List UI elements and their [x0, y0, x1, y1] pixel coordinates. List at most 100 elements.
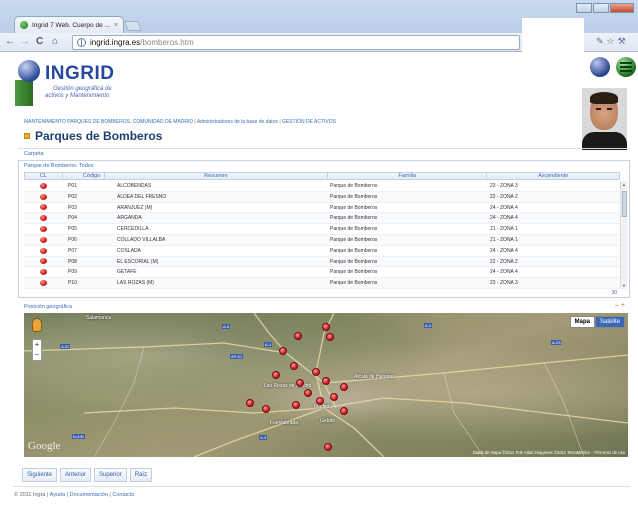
column-header-cl[interactable]: CL — [25, 173, 63, 179]
cell-ascendiente: 22 - ZONA 2 — [490, 193, 518, 200]
map-type-mapa-button[interactable]: Mapa — [569, 316, 595, 328]
next-button[interactable]: Siguiente — [22, 468, 58, 482]
column-header-resumen[interactable]: Resumen — [105, 173, 329, 179]
documentation-link[interactable]: Documentación — [70, 492, 108, 498]
map-marker[interactable] — [262, 405, 270, 413]
tab-title: Ingrid 7 Web. Cuerpo de ... — [32, 21, 110, 29]
home-button[interactable]: ⌂ — [52, 36, 58, 48]
previous-button[interactable]: Anterior — [60, 468, 92, 482]
map-header: Posición geográfica — [24, 304, 73, 310]
maximize-button[interactable] — [593, 3, 609, 13]
grid-scrollbar[interactable]: ▲ ▼ — [620, 181, 627, 289]
table-row[interactable]: P09 GETAFE Parque de Bomberos 24 - ZONA 4 — [24, 267, 620, 279]
footer-copyright: © 2011 Ingra — [14, 492, 46, 498]
map-marker[interactable] — [292, 401, 300, 409]
window-close-button[interactable] — [610, 3, 634, 13]
cell-familia: Parque de Bomberos — [330, 183, 378, 189]
parent-button[interactable]: Superior — [94, 468, 127, 482]
map-marker[interactable] — [290, 362, 298, 370]
record-count: 30 — [611, 290, 617, 296]
table-row[interactable]: P02 ALDEA DEL FRESNO Parque de Bomberos 22 … — [24, 191, 620, 203]
cell-codigo: P08 — [68, 258, 77, 265]
minimize-button[interactable] — [576, 3, 592, 13]
help-link[interactable]: Ayuda — [50, 492, 66, 498]
browser-tab[interactable]: Ingrid 7 Web. Cuerpo de ... × — [14, 16, 124, 33]
breadcrumb-item[interactable]: GESTIÓN DE ACTIVOS — [282, 119, 336, 125]
road-sign: A-2 — [424, 323, 433, 328]
map-type-control: Mapa Satélite — [569, 316, 625, 328]
tab-close-button[interactable]: × — [114, 22, 118, 29]
reload-button[interactable]: C — [36, 36, 43, 48]
map-marker[interactable] — [312, 368, 320, 376]
url-host: ingrid.ingra.es — [90, 38, 141, 47]
table-row[interactable]: P05 CERCEDILLA Parque de Bomberos 21 - ZONA… — [24, 224, 620, 235]
map-marker[interactable] — [322, 323, 330, 331]
cell-familia: Parque de Bomberos — [330, 215, 378, 222]
column-header-ascendiente[interactable]: Ascendiente — [487, 173, 619, 179]
wrench-icon[interactable]: ⚒ — [618, 36, 626, 47]
status-dot-icon — [39, 236, 47, 243]
contact-link[interactable]: Contacto — [112, 492, 134, 498]
road-sign: A-4 — [259, 435, 268, 440]
new-tab-button[interactable] — [124, 21, 142, 31]
url-path: /bomberos.htm — [140, 38, 194, 47]
map-marker[interactable] — [294, 332, 302, 340]
cell-familia: Parque de Bomberos — [330, 236, 378, 243]
breadcrumb-item[interactable]: Administradores de la base de datos — [197, 119, 278, 125]
map-type-satellite-button[interactable]: Satélite — [594, 316, 625, 328]
cell-codigo: P06 — [68, 236, 77, 243]
cell-codigo: P01 — [68, 183, 77, 189]
scroll-up-icon[interactable]: ▲ — [622, 182, 626, 187]
cell-resumen: ARANJUEZ (M) — [117, 204, 153, 211]
table-row[interactable]: P01 ALCOBENDAS Parque de Bomberos 23 - ZONA… — [24, 181, 620, 192]
globe-green-icon[interactable] — [616, 57, 636, 77]
table-row[interactable]: P04 ARGANDA Parque de Bomberos 24 - ZONA 4 — [24, 213, 620, 225]
map-marker[interactable] — [322, 377, 330, 385]
scroll-down-icon[interactable]: ▼ — [622, 283, 626, 288]
url-bar[interactable]: ingrid.ingra.es /bomberos.htm — [72, 35, 520, 50]
scroll-thumb[interactable] — [622, 191, 627, 217]
map-marker[interactable] — [330, 393, 338, 401]
map-marker[interactable] — [316, 397, 324, 405]
pegman-icon[interactable] — [32, 318, 42, 332]
map-marker[interactable] — [272, 371, 280, 379]
map-marker[interactable] — [279, 347, 287, 355]
globe-blue-icon[interactable] — [590, 57, 610, 77]
back-button[interactable]: ← — [5, 36, 15, 48]
page-title: Parques de Bomberos — [35, 129, 163, 143]
forward-button[interactable]: → — [20, 36, 30, 48]
root-button[interactable]: Raíz — [129, 468, 153, 482]
table-row[interactable]: P06 COLLADO VILLALBA Parque de Bomberos 21 … — [24, 234, 620, 246]
cl-cell — [24, 235, 62, 245]
table-row[interactable]: P07 COSLADA Parque de Bomberos 24 - ZONA 4 — [24, 246, 620, 257]
breadcrumb: MANTENIMIENTO PARQUES DE BOMBEROS. COMUN… — [24, 119, 336, 125]
map-panel-controls[interactable]: – + — [615, 302, 625, 309]
map-marker[interactable] — [340, 383, 348, 391]
place-label: Las Rozas de Madrid — [264, 383, 312, 389]
place-label: Getafe — [320, 418, 336, 424]
page-title-bar: Parques de Bomberos — [24, 129, 162, 143]
road-sign: AP-61 — [230, 354, 244, 359]
cell-familia: Parque de Bomberos — [330, 193, 378, 200]
star-icon[interactable]: ☆ — [607, 36, 615, 47]
table-row[interactable]: P03 ARANJUEZ (M) Parque de Bomberos 24 - ZO… — [24, 203, 620, 214]
map-marker[interactable] — [304, 389, 312, 397]
page-icon[interactable]: ✎ — [596, 36, 604, 47]
breadcrumb-item[interactable]: MANTENIMIENTO PARQUES DE BOMBEROS. COMUN… — [24, 119, 193, 125]
map-marker[interactable] — [340, 407, 348, 415]
map-marker[interactable] — [324, 443, 332, 451]
satellite-map[interactable]: Salamanca Las Rozas de Madrid Madrid Fue… — [24, 313, 628, 457]
map-marker[interactable] — [296, 379, 304, 387]
table-row[interactable]: P08 EL ESCORIAL (M) Parque de Bomberos 22 -… — [24, 256, 620, 268]
carpeta-link[interactable]: Carpeta — [24, 151, 44, 157]
table-row[interactable]: P10 LAS ROZAS (M) Parque de Bomberos 23 - Z… — [24, 278, 620, 289]
map-marker[interactable] — [326, 333, 334, 341]
column-header-codigo[interactable]: Código — [63, 173, 105, 179]
zoom-control[interactable]: + − — [32, 339, 42, 361]
map-marker[interactable] — [246, 399, 254, 407]
webcam-overlay — [582, 88, 627, 150]
cell-resumen: ARGANDA — [117, 215, 142, 222]
cl-cell — [24, 203, 62, 213]
ingrid-logo[interactable]: INGRID Gestión geográfica de activos y M… — [15, 58, 125, 108]
column-header-familia[interactable]: Familia — [328, 173, 488, 179]
